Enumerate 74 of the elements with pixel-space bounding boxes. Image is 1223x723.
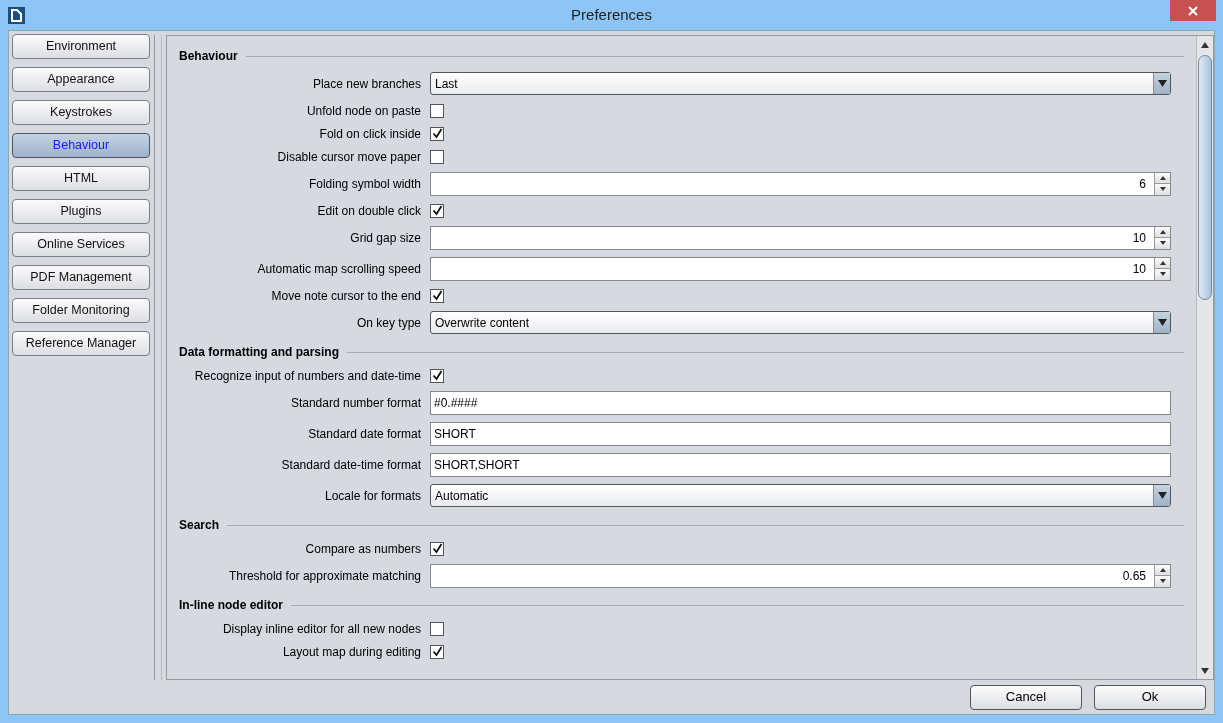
checkbox[interactable] xyxy=(430,288,444,303)
spin-down-icon[interactable] xyxy=(1159,272,1166,277)
spin-up-icon[interactable] xyxy=(1159,175,1166,180)
field-label: Layout map during editing xyxy=(281,643,421,661)
sidebar-item[interactable]: Appearance xyxy=(12,67,150,92)
field-label: Disable cursor move paper xyxy=(276,148,421,166)
field-label: Threshold for approximate matching xyxy=(227,567,421,585)
section-title: Behaviour xyxy=(179,48,238,65)
input-field[interactable]: SHORT xyxy=(430,421,1171,446)
dropdown[interactable]: Last xyxy=(430,72,1171,95)
checkbox[interactable] xyxy=(430,541,444,556)
checkbox[interactable] xyxy=(430,149,444,164)
field-label: Standard date-time format xyxy=(280,456,421,474)
window-title: Preferences xyxy=(571,4,652,25)
sidebar-item[interactable]: Behaviour xyxy=(12,133,150,158)
number-spinner[interactable]: 6 xyxy=(430,171,1171,196)
input-field[interactable]: #0.#### xyxy=(430,390,1171,415)
dialog-button[interactable]: Ok xyxy=(1094,684,1206,710)
field-label: Edit on double click xyxy=(316,202,421,220)
spin-down-icon[interactable] xyxy=(1159,241,1166,246)
section-title: Data formatting and parsing xyxy=(179,344,339,361)
checkbox[interactable] xyxy=(430,126,444,141)
app-logo-icon xyxy=(8,6,25,24)
dialog-button[interactable]: Cancel xyxy=(970,684,1082,710)
dropdown-arrow-icon xyxy=(1157,492,1167,499)
dropdown[interactable]: Automatic xyxy=(430,484,1171,507)
number-spinner[interactable]: 10 xyxy=(430,225,1171,250)
sidebar-item[interactable]: Folder Monitoring xyxy=(12,298,150,323)
checkbox[interactable] xyxy=(430,103,444,118)
close-icon[interactable] xyxy=(1187,5,1199,16)
number-spinner[interactable]: 0.65 xyxy=(430,563,1171,588)
input-field[interactable]: SHORT,SHORT xyxy=(430,452,1171,477)
field-label: Unfold node on paste xyxy=(305,102,421,120)
section-title: Search xyxy=(179,517,220,534)
spin-down-icon[interactable] xyxy=(1159,187,1166,192)
section-title: In-line node editor xyxy=(179,597,283,614)
scroll-thumb[interactable] xyxy=(1198,55,1212,300)
field-label: Move note cursor to the end xyxy=(270,287,421,305)
sidebar-item[interactable]: PDF Management xyxy=(12,265,150,290)
spin-up-icon[interactable] xyxy=(1159,567,1166,572)
spin-up-icon[interactable] xyxy=(1159,229,1166,234)
dropdown-arrow-icon xyxy=(1157,80,1167,87)
sidebar-item[interactable]: Online Services xyxy=(12,232,150,257)
field-label: Grid gap size xyxy=(349,229,421,247)
field-label: Folding symbol width xyxy=(307,175,421,193)
field-label: Recognize input of numbers and date-time xyxy=(193,367,421,385)
checkbox[interactable] xyxy=(430,368,444,383)
field-label: Compare as numbers xyxy=(304,540,421,558)
field-label: Locale for formats xyxy=(323,487,421,505)
dropdown-arrow-icon xyxy=(1157,319,1167,326)
sidebar-item[interactable]: Keystrokes xyxy=(12,100,150,125)
sidebar-item[interactable]: Plugins xyxy=(12,199,150,224)
splitter-handle[interactable] xyxy=(154,35,162,680)
field-label: On key type xyxy=(355,314,421,332)
checkbox[interactable] xyxy=(430,203,444,218)
field-label: Automatic map scrolling speed xyxy=(256,260,421,278)
number-spinner[interactable]: 10 xyxy=(430,256,1171,281)
field-label: Display inline editor for all new nodes xyxy=(221,620,421,638)
sidebar-item[interactable]: Reference Manager xyxy=(12,331,150,356)
field-label: Place new branches xyxy=(311,75,421,93)
spin-down-icon[interactable] xyxy=(1159,579,1166,584)
vertical-scrollbar[interactable] xyxy=(1196,36,1213,679)
spin-up-icon[interactable] xyxy=(1159,260,1166,265)
sidebar-item[interactable]: Environment xyxy=(12,34,150,59)
field-label: Standard number format xyxy=(289,394,421,412)
close-button[interactable] xyxy=(1170,0,1216,21)
dropdown[interactable]: Overwrite content xyxy=(430,311,1171,334)
sidebar-item[interactable]: HTML xyxy=(12,166,150,191)
field-label: Fold on click inside xyxy=(318,125,421,143)
checkbox[interactable] xyxy=(430,621,444,636)
checkbox[interactable] xyxy=(430,644,444,659)
field-label: Standard date format xyxy=(307,425,421,443)
scroll-up-icon[interactable] xyxy=(1201,41,1209,48)
scroll-down-icon[interactable] xyxy=(1201,667,1209,674)
